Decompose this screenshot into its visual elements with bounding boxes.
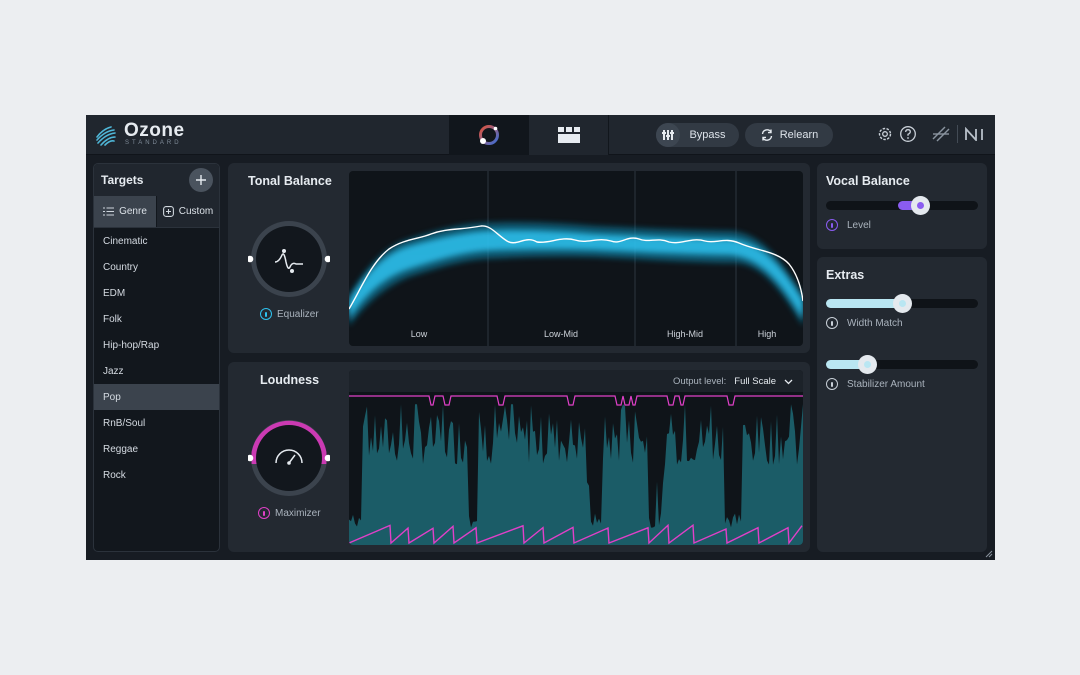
extras-panel: Extras Width Match Stabilizer Amount — [817, 257, 987, 552]
loudness-graph: Output level: Full Scale — [349, 370, 803, 545]
power-icon — [826, 219, 838, 231]
add-box-icon — [162, 206, 174, 217]
genre-item[interactable]: Cinematic — [94, 228, 219, 254]
targets-panel: Targets Genre Custom Cinematic Country E… — [93, 163, 220, 552]
maximizer-knob[interactable] — [246, 417, 332, 499]
vocal-level-power-toggle[interactable]: Level — [826, 219, 871, 231]
tonal-balance-title: Tonal Balance — [248, 174, 332, 188]
targets-tabs: Genre Custom — [94, 196, 219, 228]
band-label-high: High — [757, 329, 777, 339]
maximizer-power-toggle[interactable]: Maximizer — [258, 507, 321, 519]
genre-item[interactable]: Hip-hop/Rap — [94, 332, 219, 358]
genre-item[interactable]: EDM — [94, 280, 219, 306]
assistant-icon — [479, 125, 499, 145]
width-match-thumb[interactable] — [893, 294, 912, 313]
brand-icons-group — [931, 125, 986, 143]
vocal-balance-panel: Vocal Balance Level — [817, 163, 987, 249]
tab-modules[interactable] — [529, 115, 609, 155]
genre-list: Cinematic Country EDM Folk Hip-hop/Rap J… — [94, 228, 219, 488]
tab-custom-label: Custom — [178, 206, 214, 217]
vocal-level-slider[interactable] — [826, 196, 978, 215]
genre-item[interactable]: Jazz — [94, 358, 219, 384]
ozone-logo: Ozone STANDARD — [94, 120, 185, 147]
top-bar: Ozone STANDARD Bypass Relearn — [86, 115, 995, 155]
settings-help-group — [876, 125, 917, 143]
plus-icon — [196, 175, 206, 185]
output-level-label: Output level: — [672, 376, 727, 387]
equalizer-power-toggle[interactable]: Equalizer — [260, 308, 319, 320]
stabilizer-amount-label: Stabilizer Amount — [847, 378, 925, 390]
tonal-balance-panel: Tonal Balance Equalizer Low Low-Mid High… — [228, 163, 810, 353]
power-icon — [260, 308, 272, 320]
bypass-label: Bypass — [689, 129, 726, 141]
gear-icon[interactable] — [876, 125, 894, 143]
refresh-icon — [761, 129, 772, 141]
band-label-high-mid: High-Mid — [666, 329, 703, 339]
band-label-low: Low — [410, 329, 428, 339]
power-icon — [826, 378, 838, 390]
equalizer-knob[interactable] — [246, 218, 332, 300]
genre-item[interactable]: RnB/Soul — [94, 410, 219, 436]
stabilizer-amount-thumb[interactable] — [858, 355, 877, 374]
ozone-window: Ozone STANDARD Bypass Relearn Targets Ge… — [86, 115, 995, 560]
limiter-line — [349, 395, 803, 406]
brand-name: Ozone — [124, 120, 185, 141]
genre-item[interactable]: Folk — [94, 306, 219, 332]
vocal-balance-title: Vocal Balance — [826, 174, 910, 188]
brand-edition: STANDARD — [125, 140, 182, 146]
tonal-balance-graph: Low Low-Mid High-Mid High — [349, 171, 803, 346]
add-target-button[interactable] — [189, 168, 213, 192]
waveform-fill — [349, 404, 803, 545]
tonal-balance-curve — [349, 171, 803, 346]
loudness-waveform — [349, 395, 803, 545]
help-icon[interactable] — [899, 125, 917, 143]
izotope-icon — [932, 126, 950, 142]
genre-item[interactable]: Country — [94, 254, 219, 280]
extras-title: Extras — [826, 268, 865, 282]
maximizer-label: Maximizer — [275, 507, 321, 519]
list-icon — [103, 207, 115, 216]
loudness-panel: Loudness Maximizer Output level: Full Sc… — [228, 362, 810, 552]
chevron-down-icon — [784, 379, 793, 384]
power-icon — [826, 317, 838, 329]
genre-item[interactable]: Reggae — [94, 436, 219, 462]
band-label-low-mid: Low-Mid — [543, 329, 578, 339]
output-level-value: Full Scale — [734, 376, 776, 387]
divider — [957, 125, 958, 143]
tab-custom[interactable]: Custom — [156, 196, 219, 227]
bypass-button[interactable]: Bypass — [656, 123, 739, 147]
modules-grid-icon — [557, 127, 580, 143]
width-match-power-toggle[interactable]: Width Match — [826, 317, 903, 329]
genre-item[interactable]: Rock — [94, 462, 219, 488]
bypass-icon — [656, 123, 680, 147]
equalizer-label: Equalizer — [277, 308, 319, 320]
native-instruments-icon — [965, 127, 983, 141]
vocal-level-label: Level — [847, 219, 871, 231]
ozone-logo-icon — [96, 125, 116, 146]
targets-header: Targets — [94, 164, 219, 196]
relearn-label: Relearn — [779, 129, 819, 141]
tab-assistant[interactable] — [449, 115, 529, 155]
output-level-select[interactable]: Output level: Full Scale — [673, 376, 793, 387]
genre-item-selected[interactable]: Pop — [94, 384, 219, 410]
power-icon — [258, 507, 270, 519]
width-match-label: Width Match — [847, 317, 903, 329]
loudness-title: Loudness — [260, 373, 320, 387]
stabilizer-power-toggle[interactable]: Stabilizer Amount — [826, 378, 925, 390]
relearn-button[interactable]: Relearn — [745, 123, 833, 147]
width-match-slider[interactable] — [826, 294, 978, 313]
tab-genre-label: Genre — [119, 206, 147, 217]
resize-handle-icon[interactable] — [985, 550, 993, 558]
targets-title: Targets — [101, 173, 144, 187]
stabilizer-amount-slider[interactable] — [826, 355, 978, 374]
vocal-level-thumb[interactable] — [911, 196, 930, 215]
tab-genre[interactable]: Genre — [94, 196, 156, 227]
